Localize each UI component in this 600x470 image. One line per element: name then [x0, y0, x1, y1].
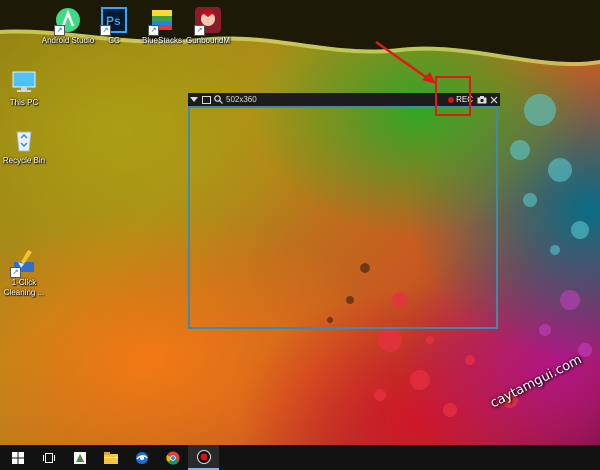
window-mode-icon[interactable]: [200, 93, 212, 106]
gunbound-icon: ↗: [194, 6, 222, 36]
bluestacks-icon: ↗: [148, 6, 176, 36]
rec-highlight-box: [435, 76, 471, 116]
search-icon[interactable]: [212, 93, 224, 106]
chrome-icon[interactable]: [157, 445, 188, 470]
desktop-icon-label: Recycle Bin: [2, 156, 46, 165]
shortcut-arrow-icon: ↗: [10, 267, 21, 278]
record-icon[interactable]: [188, 445, 219, 470]
start-icon[interactable]: [2, 445, 33, 470]
desktop-icon-this-pc[interactable]: This PC: [0, 68, 52, 108]
desktop-icon-label: 1-Click Cleaning ...: [3, 278, 45, 297]
this-pc-icon: [10, 68, 38, 96]
file-explorer-icon[interactable]: [95, 445, 126, 470]
close-icon[interactable]: [488, 93, 500, 106]
desktop-icon-cleaning[interactable]: ↗ 1-Click Cleaning ...: [0, 248, 52, 298]
browser-icon[interactable]: [126, 445, 157, 470]
shortcut-arrow-icon: ↗: [148, 25, 159, 36]
desktop-icon-gunbound[interactable]: ↗ GunboundM: [180, 6, 236, 46]
task-view-icon[interactable]: [33, 445, 64, 470]
desktop-icon-label: GunboundM: [185, 36, 231, 45]
shortcut-arrow-icon: ↗: [54, 25, 65, 36]
taskbar: [0, 445, 600, 470]
cleaning-icon: ↗: [10, 248, 38, 278]
camera-icon[interactable]: [476, 93, 488, 106]
recycle-bin-icon: [10, 126, 38, 154]
android-studio-icon: ↗: [54, 6, 82, 36]
menu-dropdown-icon[interactable]: [188, 93, 200, 106]
app-icon[interactable]: [64, 445, 95, 470]
capture-region-frame[interactable]: [188, 106, 498, 329]
desktop-icon-recycle-bin[interactable]: Recycle Bin: [0, 126, 52, 166]
shortcut-arrow-icon: ↗: [194, 25, 205, 36]
photoshop-icon: Ps ↗: [100, 6, 128, 36]
desktop-icon-label: This PC: [9, 98, 39, 107]
capture-dimensions: 502x360: [226, 95, 257, 104]
shortcut-arrow-icon: ↗: [100, 25, 111, 36]
